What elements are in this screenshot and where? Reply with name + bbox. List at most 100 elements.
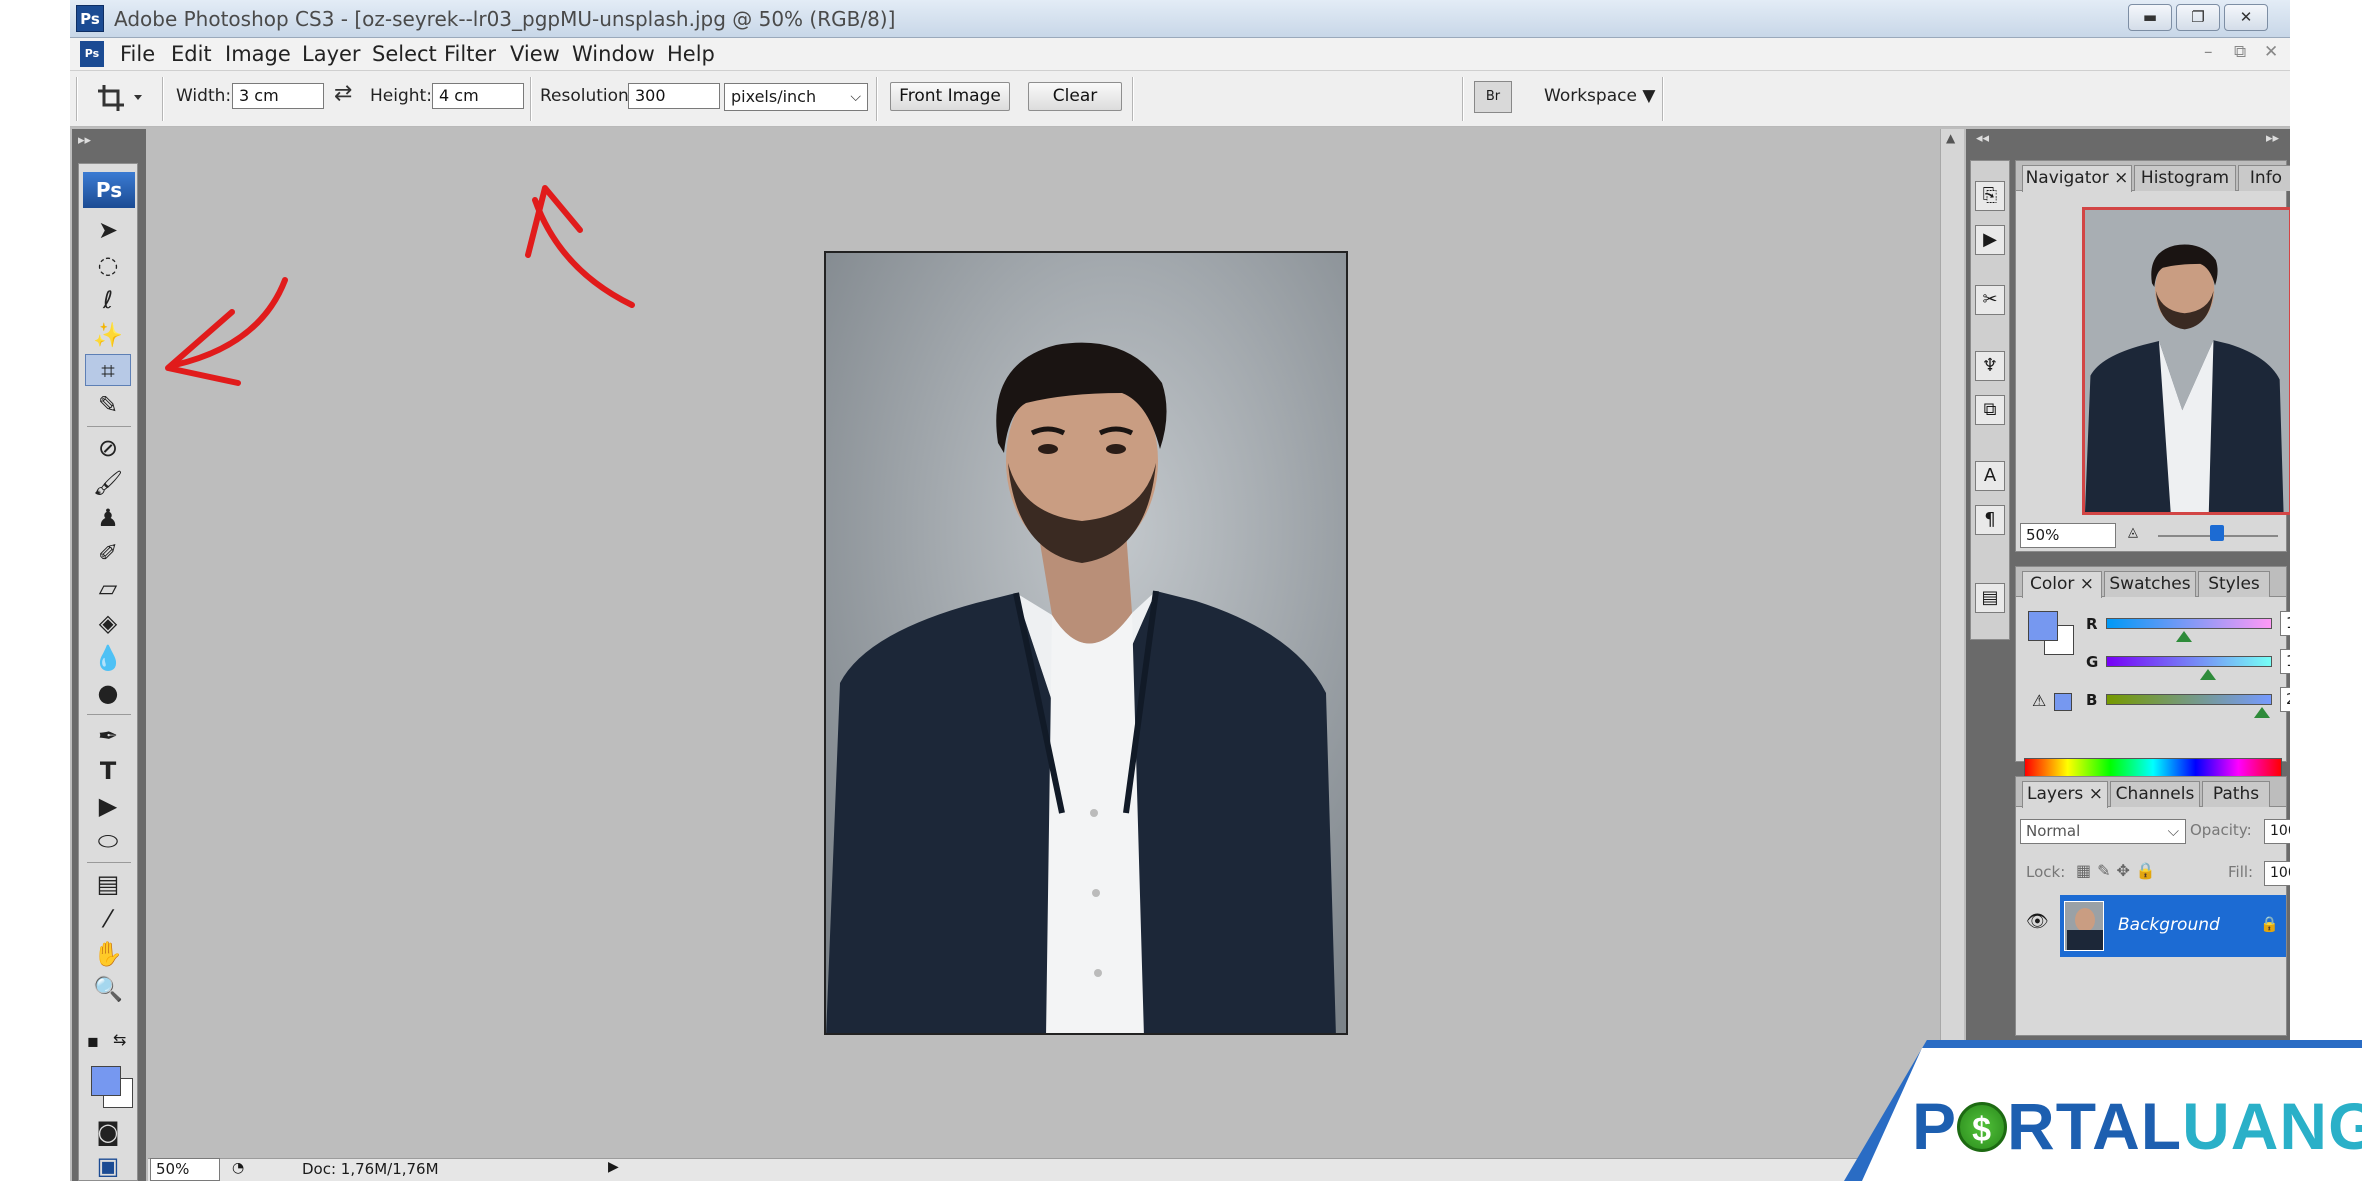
resolution-unit-select[interactable]: pixels/inch ⌵ bbox=[724, 83, 868, 111]
vertical-scrollbar[interactable]: ▲ bbox=[1940, 129, 1964, 1159]
move-tool-icon[interactable]: ➤ bbox=[85, 214, 131, 246]
tool-presets-icon[interactable]: ✂ bbox=[1975, 285, 2005, 315]
tab-navigator[interactable]: Navigator × bbox=[2022, 165, 2132, 192]
menu-help[interactable]: Help bbox=[667, 42, 715, 66]
menu-select[interactable]: Select bbox=[372, 42, 437, 66]
channel-r-field[interactable]: 118 bbox=[2280, 611, 2290, 636]
eraser-tool-icon[interactable]: ▱ bbox=[85, 572, 131, 604]
zoom-field[interactable]: 50% bbox=[150, 1158, 220, 1181]
layer-row-background[interactable]: Background 🔒 bbox=[2060, 895, 2286, 957]
width-field[interactable]: 3 cm bbox=[232, 83, 324, 109]
brushes-icon[interactable]: ♆ bbox=[1975, 351, 2005, 381]
menu-file[interactable]: File bbox=[120, 42, 155, 66]
character-icon[interactable]: A bbox=[1975, 461, 2005, 491]
eye-icon[interactable]: 👁 bbox=[2026, 911, 2049, 932]
status-menu-icon[interactable]: ◔ bbox=[232, 1160, 244, 1176]
screen-mode-icon[interactable]: ▣ bbox=[85, 1150, 131, 1181]
channel-g-slider[interactable] bbox=[2106, 656, 2272, 667]
status-arrow-icon[interactable]: ▶ bbox=[608, 1159, 619, 1175]
blur-tool-icon[interactable]: 💧 bbox=[85, 642, 131, 674]
resolution-field[interactable]: 300 bbox=[628, 83, 720, 109]
zoom-tool-icon[interactable]: 🔍 bbox=[85, 973, 131, 1005]
menu-layer[interactable]: Layer bbox=[302, 42, 361, 66]
channel-b-thumb[interactable] bbox=[2254, 707, 2270, 718]
marquee-tool-icon[interactable]: ◌ bbox=[85, 249, 131, 281]
opacity-field[interactable]: 100% bbox=[2264, 819, 2290, 844]
tab-styles[interactable]: Styles bbox=[2198, 571, 2270, 597]
collapse-icon[interactable]: ▸▸ bbox=[78, 133, 91, 148]
crop-tool-icon[interactable]: ⌗ bbox=[85, 354, 131, 386]
tab-paths[interactable]: Paths bbox=[2202, 781, 2270, 807]
type-tool-icon[interactable]: T bbox=[85, 755, 131, 787]
lasso-tool-icon[interactable]: ℓ bbox=[85, 284, 131, 316]
zoom-slider-thumb[interactable] bbox=[2210, 525, 2224, 541]
collapse-dock-icon[interactable]: ◂◂ bbox=[1976, 131, 1989, 146]
navigator-preview[interactable] bbox=[2082, 207, 2290, 515]
doc-close-button[interactable]: ✕ bbox=[2264, 42, 2278, 62]
hand-tool-icon[interactable]: ✋ bbox=[85, 938, 131, 970]
workspace-menu[interactable]: Workspace ▼ bbox=[1544, 86, 1655, 106]
clone-source-icon[interactable]: ⧉ bbox=[1975, 395, 2005, 425]
menu-window[interactable]: Window bbox=[572, 42, 655, 66]
quick-mask-icon[interactable]: ◙ bbox=[85, 1116, 131, 1148]
menu-view[interactable]: View bbox=[510, 42, 560, 66]
tool-preset-picker[interactable] bbox=[94, 77, 150, 117]
slice-tool-icon[interactable]: ✎ bbox=[85, 389, 131, 421]
magic-wand-tool-icon[interactable]: ✨ bbox=[85, 319, 131, 351]
tab-info[interactable]: Info bbox=[2238, 165, 2290, 191]
play-icon[interactable]: ▶ bbox=[1975, 225, 2005, 255]
color-fg-swatch[interactable] bbox=[2028, 611, 2058, 641]
front-image-button[interactable]: Front Image bbox=[890, 82, 1010, 111]
channel-b-field[interactable]: 246 bbox=[2280, 687, 2290, 712]
path-selection-tool-icon[interactable]: ▶ bbox=[85, 790, 131, 822]
foreground-color-swatch[interactable] bbox=[91, 1066, 121, 1096]
paint-bucket-tool-icon[interactable]: ◈ bbox=[85, 607, 131, 639]
close-button[interactable]: ✕ bbox=[2224, 4, 2268, 31]
notes-tool-icon[interactable]: ▤ bbox=[85, 868, 131, 900]
clear-button[interactable]: Clear bbox=[1028, 82, 1122, 111]
document-image[interactable] bbox=[824, 251, 1348, 1035]
history-brush-tool-icon[interactable]: ✐ bbox=[85, 537, 131, 569]
warning-icon[interactable]: ⚠ bbox=[2032, 691, 2046, 710]
dodge-tool-icon[interactable]: ● bbox=[85, 677, 131, 709]
pen-tool-icon[interactable]: ✒ bbox=[85, 720, 131, 752]
minimize-button[interactable]: ▬ bbox=[2128, 4, 2172, 31]
layer-comps-icon[interactable]: ▤ bbox=[1975, 583, 2005, 613]
lock-icons[interactable]: ▦✎✥🔒 bbox=[2076, 861, 2162, 880]
actions-icon[interactable]: ⎘ bbox=[1975, 181, 2005, 211]
tab-channels[interactable]: Channels bbox=[2110, 781, 2200, 807]
navigator-zoom-field[interactable]: 50% bbox=[2020, 523, 2116, 548]
expand-dock-icon[interactable]: ▸▸ bbox=[2266, 131, 2279, 146]
zoom-out-icon[interactable]: ◬ bbox=[2128, 525, 2138, 540]
menu-edit[interactable]: Edit bbox=[171, 42, 212, 66]
fill-field[interactable]: 100% bbox=[2264, 861, 2290, 886]
channel-r-slider[interactable] bbox=[2106, 618, 2272, 629]
web-safe-swatch[interactable] bbox=[2054, 693, 2072, 711]
restore-button[interactable]: ❐ bbox=[2176, 4, 2220, 31]
eyedropper-tool-icon[interactable]: ⁄ bbox=[85, 903, 131, 935]
document-canvas-area[interactable] bbox=[148, 129, 1938, 1159]
tab-histogram[interactable]: Histogram bbox=[2134, 165, 2236, 191]
default-colors-icon[interactable]: ◼ bbox=[87, 1034, 99, 1050]
menu-image[interactable]: Image bbox=[225, 42, 291, 66]
scroll-up-icon[interactable]: ▲ bbox=[1946, 131, 1955, 145]
swap-colors-icon[interactable]: ⇆ bbox=[113, 1030, 126, 1049]
blend-mode-select[interactable]: Normal ⌵ bbox=[2020, 819, 2186, 844]
clone-stamp-tool-icon[interactable]: ♟ bbox=[85, 502, 131, 534]
tab-layers[interactable]: Layers × bbox=[2022, 781, 2108, 808]
channel-r-thumb[interactable] bbox=[2176, 631, 2192, 642]
tab-color[interactable]: Color × bbox=[2022, 571, 2102, 598]
paragraph-icon[interactable]: ¶ bbox=[1975, 505, 2005, 535]
swap-dimensions-icon[interactable]: ⇄ bbox=[334, 81, 352, 106]
healing-brush-tool-icon[interactable]: ⊘ bbox=[85, 432, 131, 464]
brush-tool-icon[interactable]: 🖌 bbox=[85, 467, 131, 499]
bridge-icon[interactable]: Br bbox=[1474, 81, 1512, 113]
tab-swatches[interactable]: Swatches bbox=[2104, 571, 2196, 597]
doc-restore-button[interactable]: ⧉ bbox=[2234, 42, 2246, 62]
channel-g-field[interactable]: 154 bbox=[2280, 649, 2290, 674]
channel-g-thumb[interactable] bbox=[2200, 669, 2216, 680]
menu-filter[interactable]: Filter bbox=[444, 42, 496, 66]
shape-tool-icon[interactable]: ⬭ bbox=[85, 825, 131, 857]
height-field[interactable]: 4 cm bbox=[432, 83, 524, 109]
doc-minimize-button[interactable]: – bbox=[2204, 42, 2213, 62]
